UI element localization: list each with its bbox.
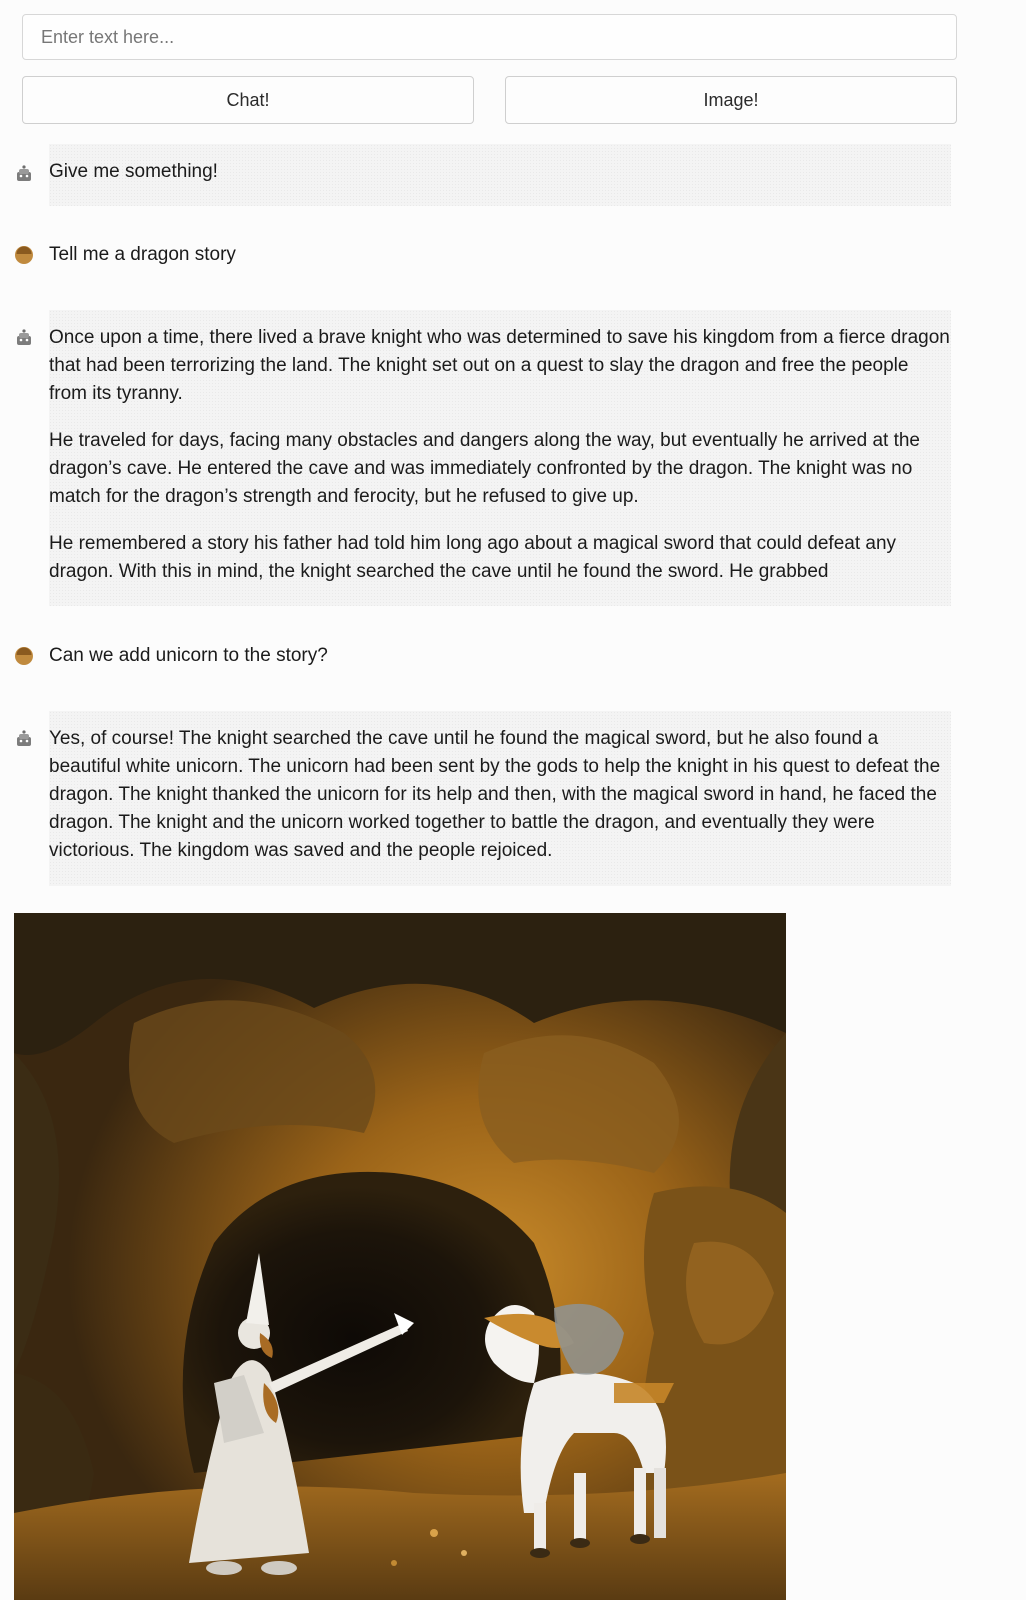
chat-button[interactable]: Chat! [22, 76, 474, 124]
message-bubble: Can we add unicorn to the story? [49, 628, 951, 690]
generated-image [14, 913, 786, 1600]
robot-icon [14, 164, 34, 184]
message-bubble: Give me something! [49, 144, 951, 206]
message-text: Yes, of course! The knight searched the … [49, 728, 941, 861]
message-bubble: Tell me a dragon story [49, 227, 951, 289]
robot-icon [14, 328, 34, 348]
message-bubble: Once upon a time, there lived a brave kn… [49, 310, 951, 606]
message-text: Give me something! [49, 161, 218, 182]
robot-icon [14, 729, 34, 749]
user-icon [14, 646, 34, 666]
message-bubble: Yes, of course! The knight searched the … [49, 711, 951, 886]
message-paragraph: He traveled for days, facing many obstac… [49, 430, 920, 507]
image-button[interactable]: Image! [505, 76, 957, 124]
knight-and-unicorn-illustration [14, 913, 786, 1600]
message-text: Can we add unicorn to the story? [49, 645, 328, 666]
prompt-input[interactable] [22, 14, 957, 60]
user-icon [14, 245, 34, 265]
message-text: Tell me a dragon story [49, 244, 236, 265]
message-paragraph: Once upon a time, there lived a brave kn… [49, 327, 950, 404]
message-paragraph: He remembered a story his father had tol… [49, 533, 897, 582]
